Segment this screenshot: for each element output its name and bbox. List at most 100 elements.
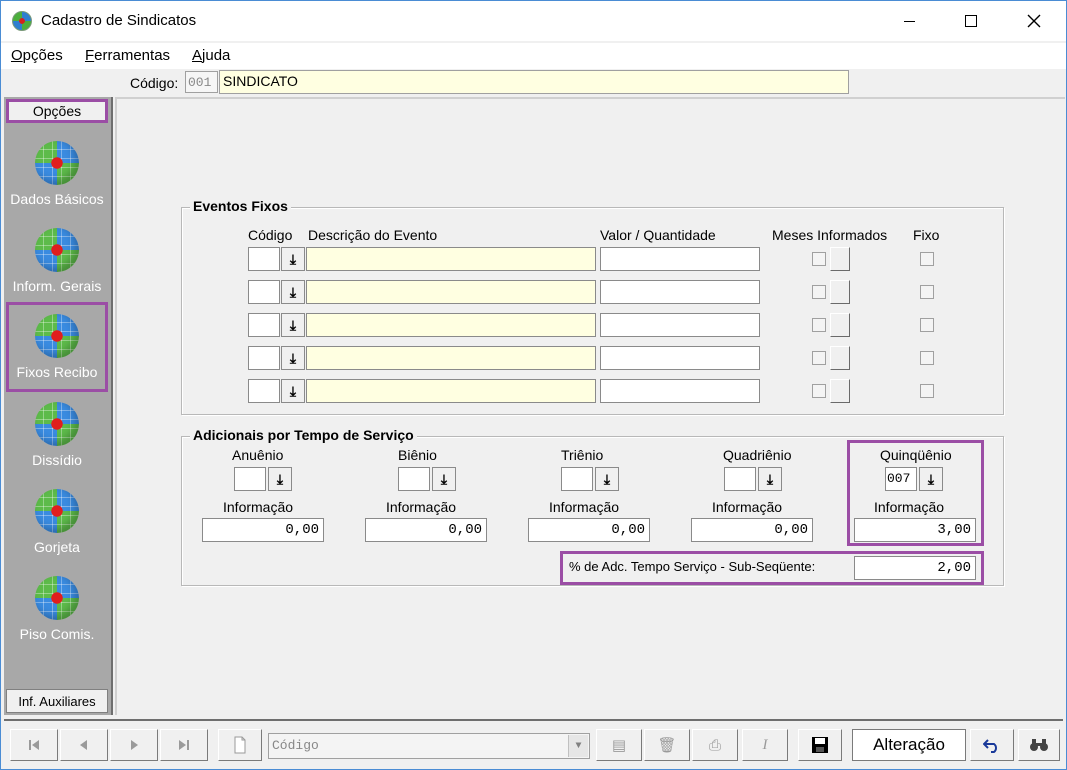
fixo-checkbox[interactable] [920,351,934,365]
event-value-input[interactable] [600,379,760,403]
bienio-lookup-button[interactable]: ⤓ [432,467,456,491]
event-lookup-button[interactable]: ⤓ [281,346,305,370]
printer-icon: ⎙ [708,736,721,754]
trienio-lookup-button[interactable]: ⤓ [595,467,619,491]
anuenio-lookup-button[interactable]: ⤓ [268,467,292,491]
download-arrow-icon: ⤓ [276,470,284,487]
months-checkbox[interactable] [812,252,826,266]
months-checkbox[interactable] [812,318,826,332]
sidebar-header[interactable]: Opções [6,99,108,123]
menu-ferramentas-label: erramentas [94,47,171,64]
print-button[interactable]: ⎙ [692,729,738,761]
fixo-checkbox[interactable] [920,318,934,332]
sidebar-item-gorjeta[interactable]: Gorjeta [6,481,108,567]
event-code-input[interactable] [248,379,280,403]
menu-ferramentas[interactable]: Ferramentas [85,47,170,64]
fixo-checkbox[interactable] [920,285,934,299]
sidebar: Opções Dados Básicos Inform. Gerais Fixo… [4,97,113,715]
months-checkbox[interactable] [812,384,826,398]
report-button[interactable]: ▤ [596,729,642,761]
subsequent-value-input[interactable]: 2,00 [854,556,976,580]
trienio-code-input[interactable] [561,467,593,491]
sidebar-item-inform-gerais[interactable]: Inform. Gerais [6,220,108,306]
months-button[interactable] [830,247,850,271]
months-checkbox[interactable] [812,351,826,365]
months-button[interactable] [830,313,850,337]
quinquenio-code-input[interactable]: 007 [885,467,917,491]
col-header-valor: Valor / Quantidade [600,227,716,243]
event-lookup-button[interactable]: ⤓ [281,379,305,403]
event-code-input[interactable] [248,313,280,337]
chevron-down-icon[interactable]: ▼ [568,735,588,757]
prev-record-button[interactable] [60,729,108,761]
months-button[interactable] [830,280,850,304]
maximize-button[interactable] [948,1,994,41]
close-button[interactable] [1011,1,1057,41]
event-lookup-button[interactable]: ⤓ [281,247,305,271]
download-arrow-icon: ⤓ [289,349,297,366]
event-lookup-button[interactable]: ⤓ [281,280,305,304]
sidebar-footer[interactable]: Inf. Auxiliares [6,689,108,713]
first-record-button[interactable] [10,729,58,761]
main-panel: Eventos Fixos Código Descrição do Evento… [115,97,1065,715]
save-button[interactable] [798,729,842,761]
next-record-button[interactable] [110,729,158,761]
sidebar-item-dissidio[interactable]: Dissídio [6,394,108,480]
event-description-input[interactable] [306,379,596,403]
menu-bar: Opções Ferramentas Ajuda [1,43,1066,69]
event-description-input[interactable] [306,247,596,271]
globe-icon [35,228,79,272]
italic-button[interactable]: I [742,729,788,761]
event-code-input[interactable] [248,346,280,370]
bienio-label: Biênio [398,447,437,463]
event-value-input[interactable] [600,346,760,370]
quinquenio-info-label: Informação [874,499,945,515]
bienio-value-input[interactable]: 0,00 [365,518,487,542]
code-number-field[interactable]: 001 [185,71,218,93]
union-name-field[interactable]: SINDICATO [219,70,849,94]
new-record-button[interactable] [218,729,262,761]
months-checkbox[interactable] [812,285,826,299]
event-value-input[interactable] [600,313,760,337]
event-description-input[interactable] [306,313,596,337]
delete-button[interactable]: 🗑 [644,729,690,761]
last-record-button[interactable] [160,729,208,761]
menu-ajuda-accel: A [192,47,203,64]
bienio-code-input[interactable] [398,467,430,491]
menu-opcoes-accel: O [11,47,23,64]
sidebar-item-fixos-recibo[interactable]: Fixos Recibo [6,302,108,392]
search-field-select[interactable]: Código ▼ [268,733,590,759]
event-lookup-button[interactable]: ⤓ [281,313,305,337]
event-value-input[interactable] [600,280,760,304]
status-display: Alteração [852,729,966,761]
search-field-value: Código [272,738,319,753]
event-code-input[interactable] [248,280,280,304]
quinquenio-value-input[interactable]: 3,00 [854,518,976,542]
months-button[interactable] [830,379,850,403]
quadrienio-code-input[interactable] [724,467,756,491]
months-button[interactable] [830,346,850,370]
quinquenio-label: Quinqüênio [880,447,952,463]
event-description-input[interactable] [306,280,596,304]
event-code-input[interactable] [248,247,280,271]
quinquenio-lookup-button[interactable]: ⤓ [919,467,943,491]
fixo-checkbox[interactable] [920,252,934,266]
col-header-descricao: Descrição do Evento [308,227,438,243]
trienio-value-input[interactable]: 0,00 [528,518,650,542]
menu-ajuda[interactable]: Ajuda [192,47,230,64]
menu-opcoes[interactable]: Opções [11,47,63,64]
fixo-checkbox[interactable] [920,384,934,398]
sidebar-item-dados-basicos[interactable]: Dados Básicos [6,133,108,219]
minimize-button[interactable] [886,1,932,41]
event-description-input[interactable] [306,346,596,370]
find-button[interactable] [1018,729,1060,761]
trienio-label: Triênio [561,447,604,463]
quadrienio-value-input[interactable]: 0,00 [691,518,813,542]
event-value-input[interactable] [600,247,760,271]
quadrienio-lookup-button[interactable]: ⤓ [758,467,782,491]
sidebar-item-piso-comis[interactable]: Piso Comis. [6,568,108,654]
eventos-fixos-title: Eventos Fixos [190,198,291,214]
anuenio-code-input[interactable] [234,467,266,491]
anuenio-value-input[interactable]: 0,00 [202,518,324,542]
undo-button[interactable] [970,729,1014,761]
